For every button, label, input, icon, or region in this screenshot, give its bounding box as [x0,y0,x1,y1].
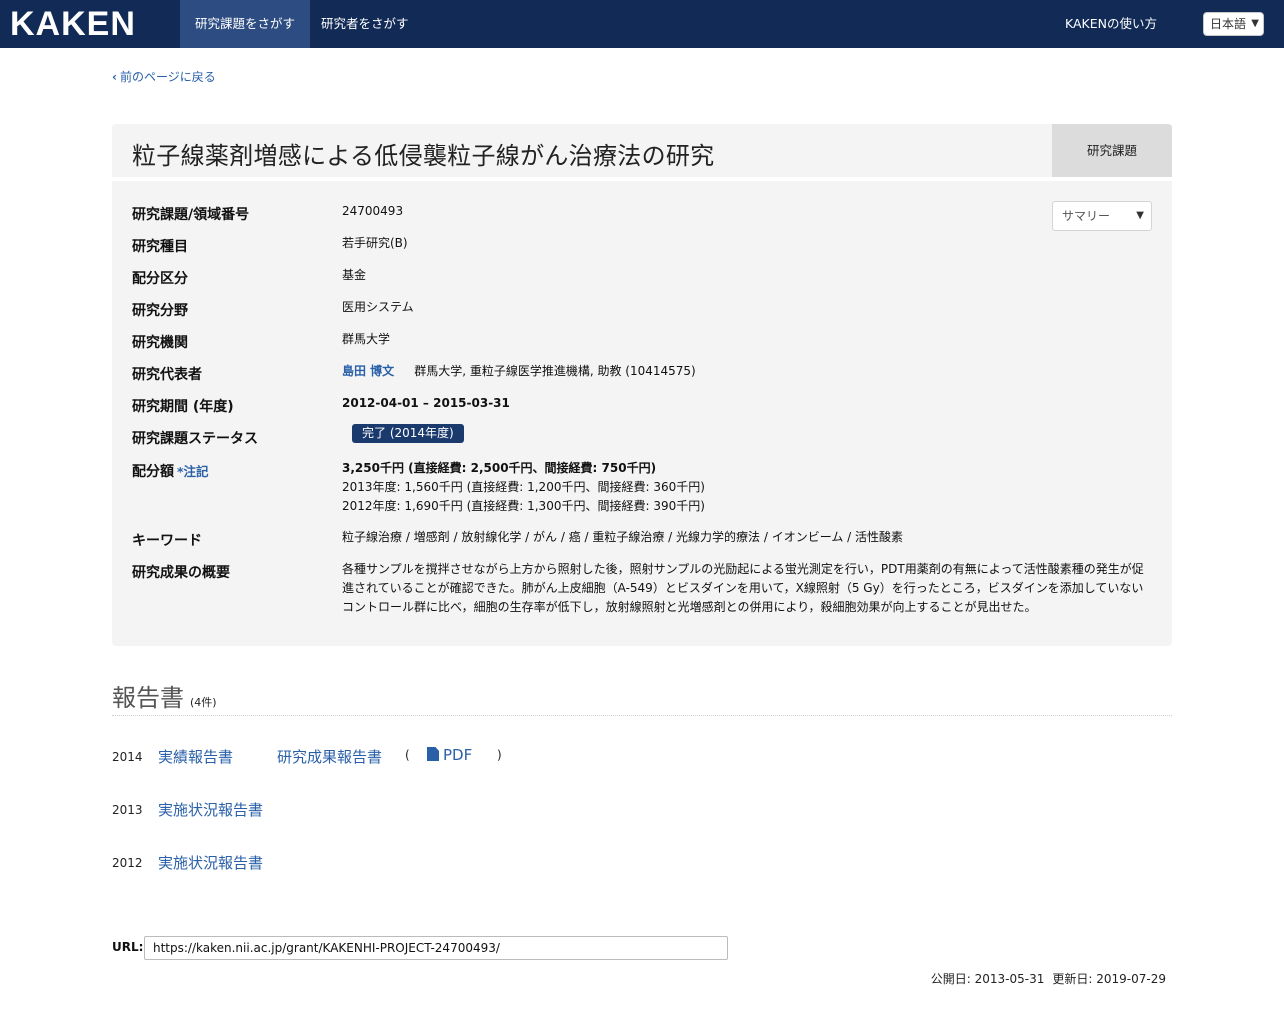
reports-heading: 報告書 (4件) [112,678,1172,716]
budget-note-link[interactable]: *注記 [177,464,209,479]
link-final-report-pdf[interactable]: PDF [427,746,472,764]
chevron-left-icon: ‹ [112,70,117,84]
value-period: 2012-04-01 – 2015-03-31 [342,396,510,410]
label-budget-text: 配分額 [132,464,174,480]
page-title: 粒子線薬剤増感による低侵襲粒子線がん治療法の研究 [132,142,715,170]
link-field[interactable]: 医用システム [342,298,414,317]
reports-count: (4件) [190,696,217,709]
back-link[interactable]: ‹ 前のページに戻る [112,68,216,85]
label-field: 研究分野 [132,303,188,319]
pi-affiliation: 群馬大学, 重粒子線医学推進機構, 助教 (10414575) [414,364,696,378]
report-row-2012: 2012 実施状況報告書 [112,852,312,874]
chevron-down-icon: ▼ [1136,210,1144,221]
pdf-label: PDF [443,746,473,764]
page-dates: 公開日: 2013-05-31 更新日: 2019-07-29 [931,970,1166,987]
label-status: 研究課題ステータス [132,431,258,447]
value-project-number: 24700493 [342,204,404,218]
chevron-down-icon: ▼ [1251,18,1259,29]
top-navbar: KAKEN 研究課題をさがす 研究者をさがす KAKENの使い方 日本語 ▼ [0,0,1284,48]
link-progress-report-2013[interactable]: 実施状況報告書 [158,799,263,820]
status-badge: 完了 (2014年度) [352,424,464,443]
kaken-logo[interactable]: KAKEN [10,4,136,44]
help-link[interactable]: KAKENの使い方 [1065,0,1157,48]
label-allocation: 配分区分 [132,271,188,287]
label-project-number: 研究課題/領域番号 [132,207,250,223]
link-final-report-2014[interactable]: 研究成果報告書 [277,746,382,767]
label-keywords: キーワード [132,533,202,549]
value-pi: 島田 博文 群馬大学, 重粒子線医学推進機構, 助教 (10414575) [342,362,696,381]
nav-tab-search-researchers[interactable]: 研究者をさがす [306,0,424,48]
label-summary: 研究成果の概要 [132,565,230,581]
report-year: 2012 [112,856,143,870]
paren-close: ) [497,748,502,762]
view-mode-select[interactable]: サマリー ▼ [1052,201,1152,231]
budget-total: 3,250千円 (直接経費: 2,500千円、間接経費: 750千円) [342,461,657,475]
label-budget: 配分額 *注記 [132,461,209,481]
report-row-2013: 2013 実施状況報告書 [112,799,312,821]
report-year: 2013 [112,803,143,817]
link-progress-report-2012[interactable]: 実施状況報告書 [158,852,263,873]
permalink-url-field[interactable] [144,936,728,960]
budget-2012: 2012年度: 1,690千円 (直接経費: 1,300千円、間接経費: 390… [342,499,705,513]
value-summary: 各種サンプルを撹拌させながら上方から照射した後，照射サンプルの光励起による蛍光測… [342,562,1144,614]
project-info-panel: サマリー ▼ 研究課題/領域番号 24700493 研究種目 若手研究(B) 配… [112,181,1172,646]
paren-open: ( [405,748,410,762]
label-category: 研究種目 [132,239,188,255]
report-year: 2014 [112,750,143,764]
budget-2013: 2013年度: 1,560千円 (直接経費: 1,200千円、間接経費: 360… [342,480,705,494]
label-period: 研究期間 (年度) [132,399,234,415]
label-institution: 研究機関 [132,335,188,351]
label-pi: 研究代表者 [132,367,202,383]
report-row-2014: 2014 実績報告書 研究成果報告書 ( PDF ) [112,746,532,768]
back-link-label: 前のページに戻る [119,70,216,84]
project-title-bar: 粒子線薬剤増感による低侵襲粒子線がん治療法の研究 研究課題 [112,124,1172,177]
reports-title: 報告書 [112,684,184,712]
file-pdf-icon [427,747,439,761]
published-date: 公開日: 2013-05-31 [930,972,1045,986]
value-status: 完了 (2014年度) [342,424,464,443]
value-budget: 3,250千円 (直接経費: 2,500千円、間接経費: 750千円) 2013… [342,459,705,516]
value-allocation: 基金 [342,268,367,282]
link-institution[interactable]: 群馬大学 [342,330,390,349]
language-select-value: 日本語 [1210,17,1247,31]
type-badge: 研究課題 [1052,124,1172,177]
link-annual-report-2014[interactable]: 実績報告書 [158,746,233,767]
view-mode-value: サマリー [1062,209,1111,223]
link-category[interactable]: 若手研究(B) [342,234,408,253]
language-select[interactable]: 日本語 ▼ [1203,12,1264,36]
nav-tab-search-projects[interactable]: 研究課題をさがす [180,0,311,48]
link-pi-name[interactable]: 島田 博文 [342,364,394,378]
url-label: URL: [112,940,144,954]
updated-date: 更新日: 2019-07-29 [1052,972,1166,986]
value-keywords: 粒子線治療 / 増感剤 / 放射線化学 / がん / 癌 / 重粒子線治療 / … [342,530,904,544]
